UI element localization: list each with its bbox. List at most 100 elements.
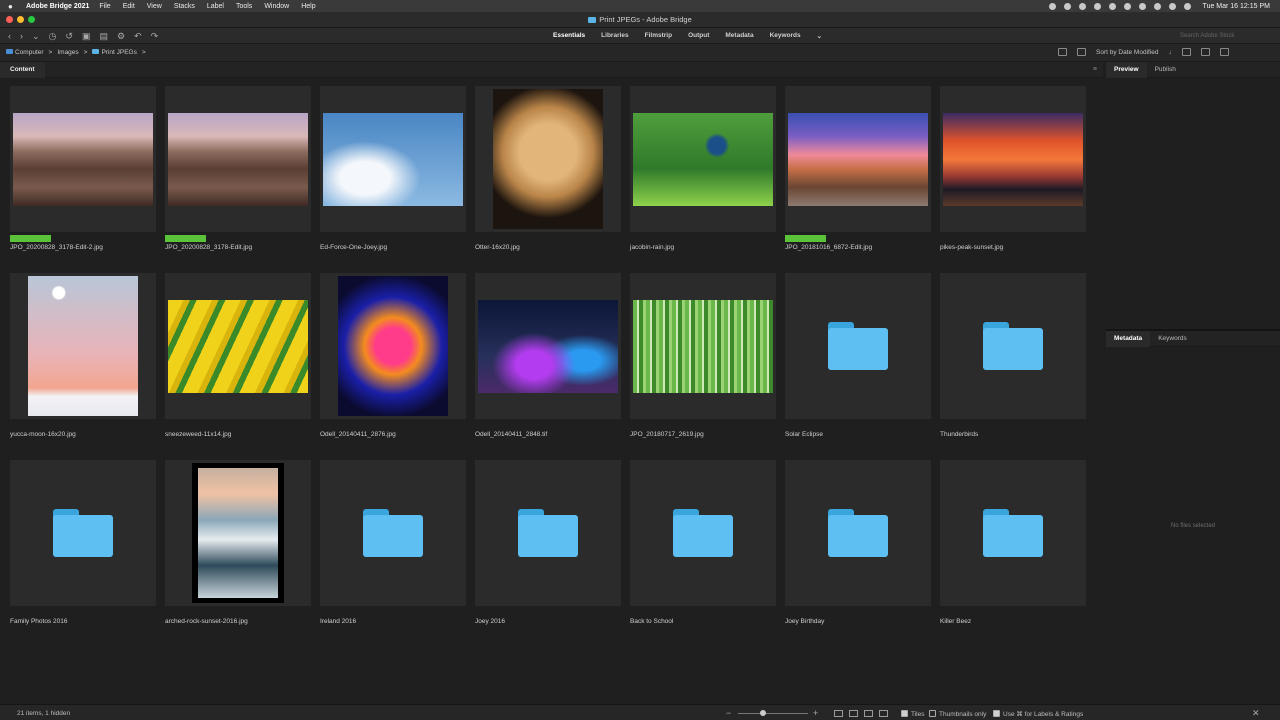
boomerang-icon[interactable]: ↺: [65, 31, 73, 41]
thumbnail-frame[interactable]: [475, 86, 621, 232]
menu-label[interactable]: Label: [207, 3, 224, 10]
tab-metadata[interactable]: Metadata: [1106, 331, 1151, 347]
menu-view[interactable]: View: [147, 3, 162, 10]
details-view-icon[interactable]: [849, 710, 858, 717]
thumbnail-tile[interactable]: JPO_20181016_6872-Edit.jpg: [785, 86, 931, 273]
thumbnail-tile[interactable]: JPO_20200828_3178-Edit.jpg: [165, 86, 311, 273]
trash-icon[interactable]: [1219, 48, 1229, 56]
thumbnail-frame[interactable]: [10, 273, 156, 419]
zoom-in-icon[interactable]: +: [813, 708, 818, 718]
sort-direction-icon[interactable]: ↓: [1169, 49, 1172, 56]
recent-chevron-icon[interactable]: ⌄: [32, 31, 40, 41]
thumbnail-size-slider[interactable]: [738, 713, 808, 714]
menu-window[interactable]: Window: [264, 3, 289, 10]
stock-search-input[interactable]: Search Adobe Stock: [1180, 31, 1276, 41]
thumbnail-frame[interactable]: [940, 460, 1086, 606]
thumbnail-tile[interactable]: Otter-16x20.jpg: [475, 86, 621, 273]
tab-publish[interactable]: Publish: [1147, 62, 1184, 78]
search-icon[interactable]: [1183, 2, 1191, 10]
thumbnail-frame[interactable]: [785, 460, 931, 606]
thumbnail-tile[interactable]: Family Photos 2016: [10, 460, 156, 647]
workspace-metadata[interactable]: Metadata: [725, 32, 753, 40]
menu-stacks[interactable]: Stacks: [174, 3, 195, 10]
thumbnail-tile[interactable]: sneezeweed-11x14.jpg: [165, 273, 311, 460]
slider-knob[interactable]: [759, 710, 766, 716]
thumbnail-frame[interactable]: [320, 460, 466, 606]
quality-icon[interactable]: [1058, 48, 1067, 56]
thumbnail-frame[interactable]: [940, 86, 1086, 232]
thumbnail-frame[interactable]: [10, 86, 156, 232]
thumbnail-frame[interactable]: [785, 273, 931, 419]
battery-icon[interactable]: [1168, 2, 1176, 10]
apple-menu-icon[interactable]: ●: [8, 2, 18, 11]
history-clock-icon[interactable]: ◷: [49, 31, 57, 41]
panel-menu-icon[interactable]: ≡: [1093, 66, 1097, 73]
thumbnail-frame[interactable]: [630, 273, 776, 419]
workspace-filmstrip[interactable]: Filmstrip: [645, 32, 672, 40]
open-recent-icon[interactable]: ⚙: [117, 31, 125, 41]
compact-view-icon[interactable]: [879, 710, 888, 717]
tiles-checkbox[interactable]: [901, 710, 908, 717]
workspace-libraries[interactable]: Libraries: [601, 32, 628, 40]
thumbnail-frame[interactable]: [165, 86, 311, 232]
camera-import-icon[interactable]: ▣: [82, 31, 91, 41]
breadcrumb-print-jpegs[interactable]: Print JPEGs: [92, 49, 137, 56]
tab-keywords[interactable]: Keywords: [1150, 331, 1195, 347]
forward-arrow-icon[interactable]: ›: [20, 31, 23, 41]
thumbnail-tile[interactable]: pikes-peak-sunset.jpg: [940, 86, 1086, 273]
labels-ratings-checkbox[interactable]: [993, 710, 1000, 717]
thumbnail-frame[interactable]: [10, 460, 156, 606]
breadcrumb-images[interactable]: Images: [57, 49, 78, 56]
thumbnail-tile[interactable]: Odell_20140411_2848.tif: [475, 273, 621, 460]
thumbnail-tile[interactable]: JPO_20180717_2619.jpg: [630, 273, 776, 460]
thumbnail-tile[interactable]: Thunderbirds: [940, 273, 1086, 460]
thumbnail-frame[interactable]: [475, 460, 621, 606]
menu-edit[interactable]: Edit: [123, 3, 135, 10]
menu-file[interactable]: File: [99, 3, 110, 10]
thumbnail-tile[interactable]: JPO_20200828_3178-Edit-2.jpg: [10, 86, 156, 273]
bluetooth-icon[interactable]: [1153, 2, 1161, 10]
wifi-icon[interactable]: [1123, 2, 1131, 10]
thumbnail-frame[interactable]: [320, 273, 466, 419]
thumbnail-tile[interactable]: jacobin-rain.jpg: [630, 86, 776, 273]
tab-content[interactable]: Content: [0, 62, 45, 78]
thumbnail-frame[interactable]: [320, 86, 466, 232]
thumbnail-tile[interactable]: Solar Eclipse: [785, 273, 931, 460]
thumbnail-tile[interactable]: arched-rock-sunset-2016.jpg: [165, 460, 311, 647]
workspace-more-chevron-icon[interactable]: ⌄: [817, 32, 822, 40]
thumbnail-frame[interactable]: [630, 86, 776, 232]
thumbnail-frame[interactable]: [165, 273, 311, 419]
breadcrumb-computer[interactable]: Computer: [6, 49, 44, 56]
menubar-clock[interactable]: Tue Mar 16 12:15 PM: [1203, 3, 1270, 10]
workspace-output[interactable]: Output: [688, 32, 709, 40]
chat-icon[interactable]: [1063, 2, 1071, 10]
rotate-right-icon[interactable]: ↷: [151, 31, 159, 41]
zoom-out-icon[interactable]: −: [726, 708, 731, 718]
location-icon[interactable]: [1048, 2, 1056, 10]
thumbnails-only-option[interactable]: Thumbnails only: [929, 710, 986, 718]
thumbnail-frame[interactable]: [630, 460, 776, 606]
thumbnail-tile[interactable]: Back to School: [630, 460, 776, 647]
thumbnail-tile[interactable]: Ed-Force-One-Joey.jpg: [320, 86, 466, 273]
rotate-left-icon[interactable]: ↶: [134, 31, 142, 41]
sort-dropdown[interactable]: Sort by Date Modified: [1096, 49, 1159, 56]
filter-icon[interactable]: [1077, 48, 1086, 56]
thumbnail-frame[interactable]: [475, 273, 621, 419]
workspace-keywords[interactable]: Keywords: [770, 32, 801, 40]
thumbnail-frame[interactable]: [785, 86, 931, 232]
workspace-essentials[interactable]: Essentials: [553, 32, 585, 40]
app-menu[interactable]: Adobe Bridge 2021: [26, 3, 89, 10]
thumbnail-tile[interactable]: Odell_20140411_2876.jpg: [320, 273, 466, 460]
list-view-icon[interactable]: [864, 710, 873, 717]
labels-ratings-option[interactable]: Use ⌘ for Labels & Ratings: [993, 710, 1083, 718]
tab-preview[interactable]: Preview: [1106, 62, 1147, 78]
back-arrow-icon[interactable]: ‹: [8, 31, 11, 41]
new-folder-icon[interactable]: [1200, 48, 1210, 56]
dropbox-icon[interactable]: [1108, 2, 1116, 10]
menu-help[interactable]: Help: [301, 3, 315, 10]
close-icon[interactable]: ✕: [1252, 708, 1260, 719]
grid-view-icon[interactable]: [834, 710, 843, 717]
refine-icon[interactable]: ▤: [99, 31, 108, 41]
thumbnail-tile[interactable]: Ireland 2016: [320, 460, 466, 647]
volume-icon[interactable]: [1138, 2, 1146, 10]
